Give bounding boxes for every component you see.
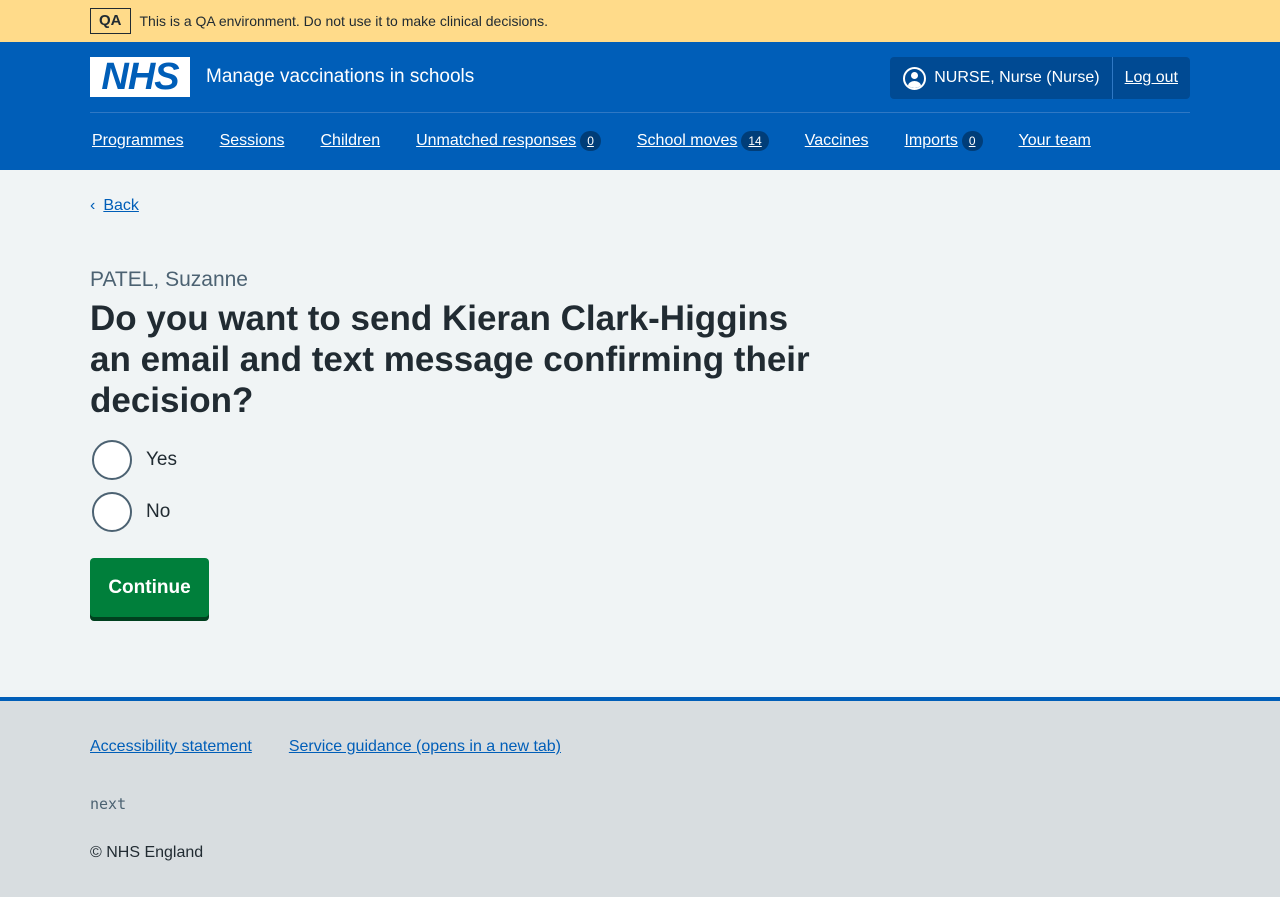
primary-nav: Programmes Sessions Children Unmatched r… [90,113,1190,169]
nav-school-moves[interactable]: School moves 14 [637,131,769,151]
main-content: ‹ Back PATEL, Suzanne Do you want to sen… [0,170,1280,697]
logout-button[interactable]: Log out [1113,57,1190,99]
patient-caption: PATEL, Suzanne [90,268,248,291]
qa-tag: QA [90,8,131,34]
environment-label: next [90,795,127,813]
radio-option-no[interactable]: No [92,492,170,532]
count-badge: 0 [580,131,601,151]
nhs-logo[interactable]: NHS [90,56,190,98]
service-name[interactable]: Manage vaccinations in schools [206,66,474,88]
page-title: Do you want to send Kieran Clark-Higgins… [90,299,810,420]
footer: Accessibility statement Service guidance… [0,697,1280,897]
copyright: © NHS England [90,844,204,861]
radio-label: No [146,501,171,522]
count-badge: 14 [741,131,769,151]
account-user-name: NURSE, Nurse (Nurse) [934,69,1100,86]
nav-vaccines[interactable]: Vaccines [805,132,869,150]
qa-banner: QA This is a QA environment. Do not use … [0,0,1280,42]
nav-unmatched-responses[interactable]: Unmatched responses 0 [416,131,601,151]
nav-label: Vaccines [804,132,869,149]
continue-button[interactable]: Continue [90,558,209,617]
radio-option-yes[interactable]: Yes [92,440,177,480]
back-link[interactable]: ‹ Back [90,197,139,215]
footer-link-service-guidance[interactable]: Service guidance (opens in a new tab) [289,738,561,756]
nav-sessions[interactable]: Sessions [220,132,285,150]
nav-children[interactable]: Children [321,132,381,150]
radio-button[interactable] [92,492,132,532]
count-badge: 0 [961,131,983,151]
chevron-left-icon: ‹ [90,197,96,214]
qa-message: This is a QA environment. Do not use it … [139,13,549,29]
nav-label: Children [320,132,381,149]
nav-label: Unmatched responses [416,132,577,149]
nav-imports[interactable]: Imports 0 [904,131,983,151]
radio-button[interactable] [92,440,132,480]
nav-label: School moves [636,132,738,149]
radio-label: Yes [146,449,177,470]
account-user: NURSE, Nurse (Nurse) [890,57,1113,99]
nav-programmes[interactable]: Programmes [92,132,184,150]
user-icon [903,66,927,90]
nav-label: Sessions [219,132,285,149]
footer-links: Accessibility statement Service guidance… [90,738,598,756]
nav-your-team[interactable]: Your team [1019,132,1091,150]
header: NHS Manage vaccinations in schools NURSE… [0,42,1280,170]
account-panel: NURSE, Nurse (Nurse) Log out [890,57,1190,99]
footer-link-accessibility[interactable]: Accessibility statement [90,738,252,756]
nav-label: Your team [1018,132,1091,149]
back-label: Back [103,197,139,214]
nav-label: Imports [904,132,958,149]
nav-label: Programmes [92,132,184,149]
